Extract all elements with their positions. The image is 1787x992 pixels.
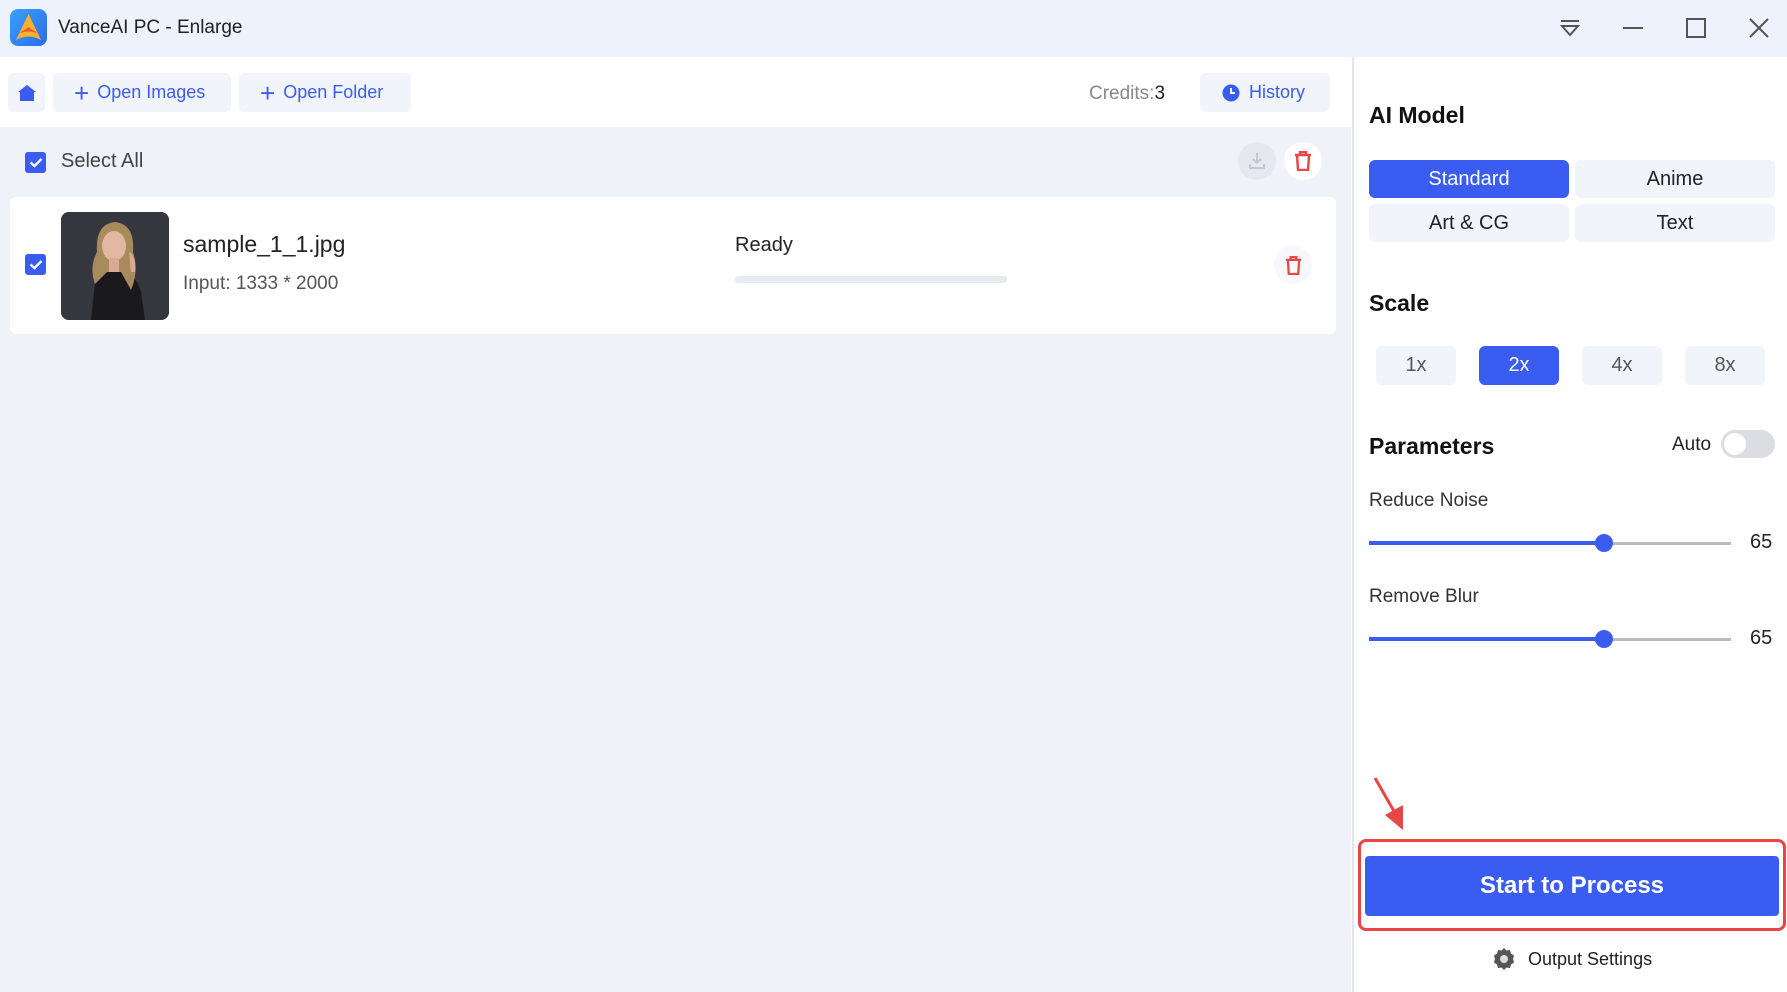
home-icon [17, 84, 36, 101]
remove-blur-slider[interactable] [1369, 629, 1731, 649]
file-input-size: Input: 1333 * 2000 [183, 273, 339, 294]
model-anime-button[interactable]: Anime [1575, 160, 1775, 198]
select-all-row: Select All [0, 127, 1351, 197]
download-icon [1249, 153, 1265, 169]
home-button[interactable] [8, 73, 45, 112]
reduce-noise-label: Reduce Noise [1369, 490, 1489, 511]
scale-2x-button[interactable]: 2x [1479, 346, 1559, 385]
maximize-button[interactable] [1676, 10, 1716, 46]
annotation-arrow-icon [1373, 777, 1403, 830]
scale-title: Scale [1369, 290, 1430, 316]
credits-label: Credits: [1089, 83, 1155, 104]
credits-display: Credits:3 [1089, 83, 1165, 105]
toolbar: + Open Images + Open Folder Credits:3 Hi… [0, 57, 1351, 127]
trash-icon [1295, 151, 1311, 171]
open-images-label: Open Images [97, 82, 206, 102]
slider-handle[interactable] [1595, 534, 1614, 552]
remove-blur-label: Remove Blur [1369, 586, 1479, 607]
toggle-knob [1724, 433, 1746, 455]
slider-handle[interactable] [1595, 630, 1614, 648]
open-folder-label: Open Folder [283, 82, 384, 102]
filter-icon [1559, 20, 1581, 37]
slider-fill [1369, 541, 1605, 545]
check-icon [29, 158, 42, 168]
model-text-button[interactable]: Text [1575, 204, 1775, 242]
minimize-icon [1623, 27, 1643, 29]
filter-button[interactable] [1550, 10, 1590, 46]
reduce-noise-value: 65 [1750, 531, 1773, 553]
progress-bar [735, 276, 1007, 283]
clock-icon [1222, 84, 1240, 101]
reduce-noise-slider[interactable] [1369, 533, 1731, 553]
history-label: History [1249, 82, 1306, 102]
item-checkbox[interactable] [25, 254, 46, 275]
minimize-button[interactable] [1613, 10, 1653, 46]
settings-panel: AI Model Standard Anime Art & CG Text Sc… [1352, 57, 1787, 992]
scale-4x-button[interactable]: 4x [1582, 346, 1662, 385]
history-button[interactable]: History [1200, 73, 1330, 112]
gear-icon [1494, 948, 1514, 970]
scale-1x-button[interactable]: 1x [1376, 346, 1456, 385]
file-list-area: + Open Images + Open Folder Credits:3 Hi… [0, 57, 1351, 992]
app-logo-icon [10, 9, 47, 46]
ai-model-title: AI Model [1369, 102, 1465, 128]
start-process-button[interactable]: Start to Process [1365, 856, 1779, 916]
model-art-cg-button[interactable]: Art & CG [1369, 204, 1569, 242]
model-standard-button[interactable]: Standard [1369, 160, 1569, 198]
scale-8x-button[interactable]: 8x [1685, 346, 1765, 385]
close-icon [1749, 18, 1769, 38]
trash-icon [1285, 255, 1301, 275]
output-settings-label: Output Settings [1528, 948, 1653, 969]
output-settings-button[interactable]: Output Settings [1492, 947, 1652, 971]
auto-label: Auto [1672, 434, 1712, 455]
plus-icon: + [260, 77, 276, 108]
file-status: Ready [735, 234, 793, 256]
slider-fill [1369, 637, 1605, 641]
close-button[interactable] [1739, 10, 1779, 46]
plus-icon: + [74, 77, 90, 108]
select-all-label: Select All [61, 150, 144, 172]
download-all-button[interactable] [1238, 142, 1276, 180]
check-icon [29, 260, 42, 270]
title-bar: VanceAI PC - Enlarge [0, 0, 1787, 57]
file-list-item[interactable]: sample_1_1.jpg Input: 1333 * 2000 Ready [10, 197, 1336, 334]
auto-toggle[interactable] [1721, 430, 1775, 458]
open-folder-button[interactable]: + Open Folder [239, 73, 411, 112]
parameters-title: Parameters [1369, 433, 1495, 459]
open-images-button[interactable]: + Open Images [53, 73, 231, 112]
delete-all-button[interactable] [1284, 142, 1322, 180]
image-thumbnail [61, 212, 169, 320]
window-title: VanceAI PC - Enlarge [58, 17, 243, 38]
delete-item-button[interactable] [1274, 246, 1312, 284]
select-all-checkbox[interactable] [25, 152, 46, 173]
maximize-icon [1686, 18, 1706, 38]
remove-blur-value: 65 [1750, 627, 1773, 649]
credits-value: 3 [1154, 83, 1166, 104]
file-name: sample_1_1.jpg [183, 231, 346, 257]
